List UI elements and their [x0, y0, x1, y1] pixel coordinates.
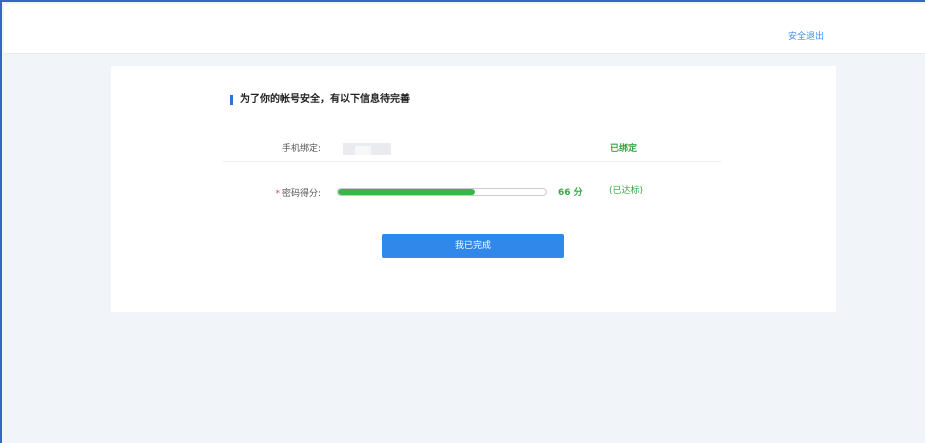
page-frame: 安全退出 为了你的帐号安全，有以下信息待完善 手机绑定: 已绑定 * 密码得分: … [0, 0, 925, 443]
password-strength-bar [337, 188, 547, 196]
masked-phone-inner [355, 146, 371, 155]
phone-binding-label: 手机绑定: [281, 144, 321, 154]
password-score-status: (已达标) [609, 186, 644, 196]
required-mark: * [275, 189, 280, 199]
masked-phone-number [343, 143, 391, 155]
password-score-value: 66 分 [558, 188, 583, 198]
title-accent-bar [230, 95, 233, 105]
account-security-card: 为了你的帐号安全，有以下信息待完善 手机绑定: 已绑定 * 密码得分: 66 分 … [111, 66, 836, 312]
card-title: 为了你的帐号安全，有以下信息待完善 [230, 93, 410, 107]
password-score-label: * 密码得分: [241, 188, 321, 200]
row-divider [222, 161, 722, 162]
top-bar: 安全退出 [4, 4, 925, 54]
phone-bound-status: 已绑定 [610, 144, 638, 154]
password-score-label-text: 密码得分: [281, 189, 321, 199]
card-title-text: 为了你的帐号安全，有以下信息待完善 [240, 94, 410, 105]
logout-link[interactable]: 安全退出 [788, 31, 824, 43]
done-button[interactable]: 我已完成 [382, 234, 564, 258]
password-strength-fill [338, 189, 476, 195]
